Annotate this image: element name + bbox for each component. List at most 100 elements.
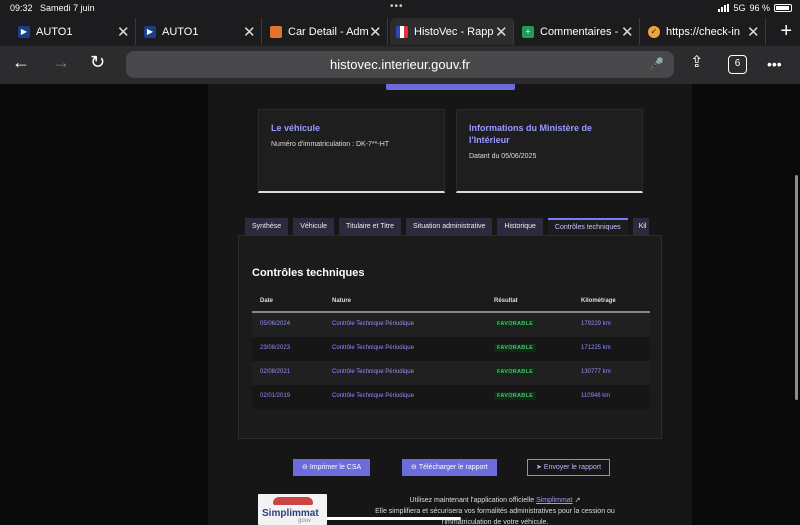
cell-date: 02/01/2019 [260, 393, 291, 399]
table-header: Date Nature Résultat Kilométrage [252, 293, 650, 313]
tab-situation[interactable]: Situation administrative [406, 218, 493, 235]
result-badge: FAVORABLE [494, 320, 537, 328]
microphone-icon[interactable]: 🎤 [649, 51, 664, 78]
status-time-date: 09:32 Samedi 7 juin [10, 3, 95, 13]
new-tab-plus-icon[interactable]: + [780, 20, 792, 43]
tab-title: AUTO1 [36, 25, 73, 38]
ministry-card: Informations du Ministère de l'Intérieur… [456, 109, 643, 193]
forward-arrow-icon[interactable]: → [52, 52, 70, 73]
cell-date: 05/06/2024 [260, 321, 291, 327]
cell-km: 179229 km [581, 321, 611, 327]
cell-nature: Contrôle Technique Périodique [332, 321, 414, 327]
simplimmat-link[interactable]: Simplimmat [536, 497, 573, 504]
plus-icon: + [522, 25, 534, 38]
battery-percent: 96 % [749, 3, 770, 13]
header-nature: Nature [332, 298, 352, 304]
browser-tab-4[interactable]: HistoVec - Rapp ✕ [390, 18, 514, 45]
download-icon: ⊖ [411, 464, 417, 471]
promo-line1: Utilisez maintenant l'application offici… [409, 497, 535, 504]
check-icon: ✓ [648, 25, 660, 38]
print-csa-button[interactable]: ⊖ Imprimer le CSA [293, 459, 371, 476]
reload-icon[interactable]: ↻ [90, 52, 105, 73]
tab-title: Car Detail - Adm [288, 25, 369, 38]
browser-toolbar: ← → ↻ histovec.interieur.gouv.fr 🎤 ⇪ 6 •… [0, 46, 800, 84]
url-text: histovec.interieur.gouv.fr [330, 57, 470, 72]
tab-kilometrage[interactable]: Kil [632, 218, 649, 235]
promo-line2: Elle simplifiera et sécurisera vos forma… [375, 508, 615, 515]
controles-panel: Contrôles techniques Date Nature Résulta… [238, 235, 662, 439]
result-badge: FAVORABLE [494, 368, 537, 376]
cell-nature: Contrôle Technique Périodique [332, 393, 414, 399]
simplimmat-promo: Simplimmat gouv Utilisez maintenant l'ap… [258, 494, 658, 525]
top-button-stub[interactable] [386, 84, 515, 90]
battery-icon [774, 4, 792, 12]
logo-sub: gouv [298, 518, 312, 524]
panel-title: Contrôles techniques [252, 267, 365, 279]
back-arrow-icon[interactable]: ← [12, 52, 30, 73]
browser-tab-3[interactable]: Car Detail - Adm ✕ [264, 18, 388, 45]
cell-nature: Contrôle Technique Périodique [332, 369, 414, 375]
browser-tab-2[interactable]: ▶ AUTO1 ✕ [138, 18, 262, 45]
browser-tab-6[interactable]: ✓ https://check-in ✕ [642, 18, 766, 45]
car-logo-icon [273, 497, 313, 505]
send-icon: ➤ [536, 464, 542, 471]
auto1-icon: ▶ [144, 25, 156, 38]
tab-synthese[interactable]: Synthèse [245, 218, 289, 235]
header-km: Kilométrage [581, 298, 616, 304]
report-tab-list: Synthèse Véhicule Titulaire et Titre Sit… [245, 218, 649, 235]
home-indicator[interactable] [326, 517, 461, 520]
tab-title: AUTO1 [162, 25, 199, 38]
tab-titulaire[interactable]: Titulaire et Titre [339, 218, 402, 235]
browser-tab-bar: ▶ AUTO1 ✕ ▶ AUTO1 ✕ Car Detail - Adm ✕ H… [0, 16, 800, 46]
card-text: Datant du 05/06/2025 [469, 153, 537, 160]
send-label: Envoyer le rapport [543, 464, 602, 471]
scrollbar[interactable] [795, 175, 798, 400]
close-icon[interactable]: ✕ [495, 23, 508, 41]
cell-km: 110948 km [581, 393, 611, 399]
header-date: Date [260, 298, 274, 304]
result-badge: FAVORABLE [494, 344, 537, 352]
tab-title: HistoVec - Rapp [414, 25, 494, 38]
french-flag-icon [396, 25, 408, 38]
cell-nature: Contrôle Technique Périodique [332, 345, 414, 351]
network-label: 5G [733, 3, 746, 13]
cell-date: 23/08/2023 [260, 345, 291, 351]
table-row: 02/08/2021 Contrôle Technique Périodique… [252, 361, 650, 385]
browser-tab-5[interactable]: + Commentaires - ✕ [516, 18, 640, 45]
download-report-button[interactable]: ⊖ Télécharger le rapport [402, 459, 497, 476]
address-bar[interactable]: histovec.interieur.gouv.fr 🎤 [126, 51, 674, 78]
tab-overview-button[interactable]: 6 [728, 55, 747, 74]
close-icon[interactable]: ✕ [243, 23, 256, 41]
tab-controles[interactable]: Contrôles techniques [547, 218, 628, 235]
header-resultat: Résultat [494, 298, 518, 304]
table-row: 02/01/2019 Contrôle Technique Périodique… [252, 385, 650, 409]
close-icon[interactable]: ✕ [369, 23, 382, 41]
share-icon[interactable]: ⇪ [690, 52, 703, 72]
cell-date: 02/08/2021 [260, 369, 291, 375]
card-text: Numéro d'immatriculation : DK-7**-HT [271, 141, 390, 148]
download-label: Télécharger le rapport [418, 464, 488, 471]
browser-tab-1[interactable]: ▶ AUTO1 ✕ [12, 18, 136, 45]
close-icon[interactable]: ✕ [117, 23, 130, 41]
tab-historique[interactable]: Historique [497, 218, 543, 235]
table-row: 05/06/2024 Contrôle Technique Périodique… [252, 313, 650, 337]
send-report-button[interactable]: ➤ Envoyer le rapport [527, 459, 611, 476]
simplimmat-logo[interactable]: Simplimmat gouv [258, 494, 327, 525]
auto1-icon: ▶ [18, 25, 30, 38]
tab-vehicule[interactable]: Véhicule [293, 218, 335, 235]
multitask-dots-icon[interactable]: ••• [390, 1, 404, 12]
result-badge: FAVORABLE [494, 392, 537, 400]
more-menu-icon[interactable]: ••• [767, 56, 782, 72]
tab-title: Commentaires - [540, 25, 619, 38]
close-icon[interactable]: ✕ [621, 23, 634, 41]
print-label: Imprimer le CSA [309, 464, 362, 471]
print-icon: ⊖ [302, 464, 308, 471]
table-row: 23/08/2023 Contrôle Technique Périodique… [252, 337, 650, 361]
vehicle-card: Le véhicule Numéro d'immatriculation : D… [258, 109, 445, 193]
grid-icon [270, 25, 282, 38]
card-title: Le véhicule [271, 123, 321, 133]
status-bar: 09:32 Samedi 7 juin ••• 5G 96 % [0, 0, 800, 16]
signal-icon [718, 4, 730, 12]
close-icon[interactable]: ✕ [747, 23, 760, 41]
cell-km: 171225 km [581, 345, 611, 351]
